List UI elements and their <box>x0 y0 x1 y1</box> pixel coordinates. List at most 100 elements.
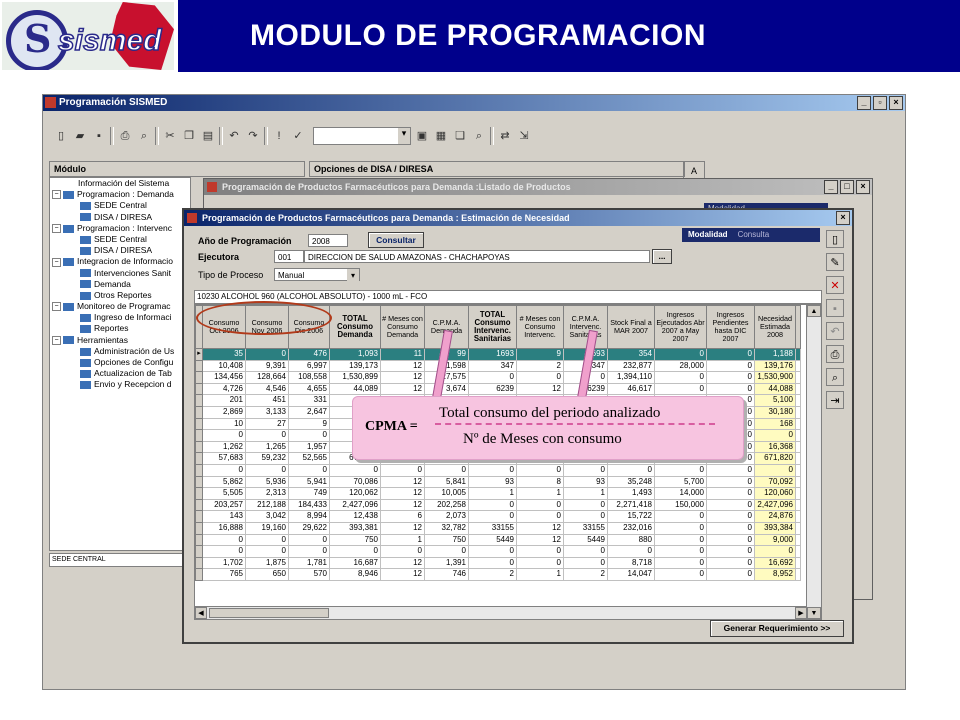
row-indicator[interactable] <box>195 463 203 477</box>
grid-cell[interactable]: 12 <box>380 371 425 384</box>
grid-cell[interactable]: 0 <box>380 545 425 558</box>
row-indicator[interactable] <box>195 568 203 581</box>
grid-cell[interactable]: 1,262 <box>202 441 246 454</box>
grid-cell[interactable]: 0 <box>654 510 707 523</box>
grid-cell[interactable]: 0 <box>607 545 655 558</box>
grid-horizontal-scrollbar[interactable]: ◀ ▶ <box>195 606 807 619</box>
grid-cell[interactable]: 9 <box>288 418 330 431</box>
grid-cell[interactable]: 16,687 <box>329 557 381 570</box>
grid-cell[interactable]: 35 <box>202 348 246 361</box>
grid-cell[interactable]: 0 <box>288 534 330 547</box>
grid-row[interactable]: 5,862 5,936 5,941 70,086 12 5,841 93 8 93 35,248 5… <box>195 475 801 489</box>
grid-cell[interactable]: 120,060 <box>754 487 796 500</box>
print-preview-icon[interactable]: ⌕ <box>136 128 152 144</box>
grid-cell[interactable]: 1,957 <box>288 441 330 454</box>
grid-cell[interactable]: 0 <box>516 464 564 477</box>
grid-icon[interactable]: ▦ <box>433 128 449 144</box>
grid-cell[interactable]: 0 <box>202 429 246 442</box>
grid-cell[interactable]: 0 <box>706 510 755 523</box>
grid-cell[interactable]: 2,073 <box>424 510 469 523</box>
grid-cell[interactable]: 1 <box>516 568 564 581</box>
grid-cell[interactable]: 4,726 <box>202 383 246 396</box>
grid-cell[interactable]: 0 <box>516 371 564 384</box>
estimacion-close-button[interactable]: × <box>836 211 850 225</box>
grid-cell[interactable]: 93 <box>563 476 608 489</box>
grid-cell[interactable]: 0 <box>706 476 755 489</box>
grid-cell[interactable]: 12 <box>516 383 564 396</box>
minimize-button[interactable]: _ <box>857 96 871 110</box>
collapse-icon[interactable]: − <box>52 224 61 233</box>
grid-cell[interactable]: 0 <box>706 545 755 558</box>
grid-cell[interactable]: 15,722 <box>607 510 655 523</box>
row-indicator[interactable] <box>195 371 203 384</box>
print-icon[interactable]: ⎙ <box>117 128 133 144</box>
grid-row[interactable]: 16,888 19,160 29,622 393,381 12 32,782 33155 12… <box>195 521 801 535</box>
grid-cell[interactable]: 6 <box>380 510 425 523</box>
row-indicator[interactable] <box>195 521 203 535</box>
grid-cell[interactable]: 1,702 <box>202 557 246 570</box>
find-icon[interactable]: ⌕ <box>471 128 487 144</box>
grid-cell[interactable]: 0 <box>424 545 469 558</box>
tree-item[interactable]: Reportes <box>50 323 190 334</box>
grid-cell[interactable]: 765 <box>202 568 246 581</box>
grid-cell[interactable]: 8,952 <box>754 568 796 581</box>
grid-cell[interactable]: 3,042 <box>245 510 289 523</box>
grid-cell[interactable]: 1,391 <box>424 557 469 570</box>
listado-restore-button[interactable]: □ <box>840 180 854 194</box>
grid-cell[interactable]: 4,546 <box>245 383 289 396</box>
grid-cell[interactable]: 2 <box>563 568 608 581</box>
tree-item[interactable]: Información del Sistema <box>50 178 190 189</box>
grid-cell[interactable]: 1 <box>468 487 517 500</box>
grid-cell[interactable]: 0 <box>329 545 381 558</box>
grid-cell[interactable]: 5449 <box>468 534 517 547</box>
ejecutora-code[interactable]: 001 <box>274 250 304 263</box>
grid-cell[interactable]: 1,530,900 <box>754 371 796 384</box>
tree-item[interactable]: − Integracion de Informacio <box>50 256 190 267</box>
undo-record-icon[interactable]: ↶ <box>826 322 844 340</box>
grid-cell[interactable]: 202,258 <box>424 499 469 512</box>
grid-cell[interactable]: 0 <box>654 522 707 535</box>
grid-cell[interactable]: 0 <box>706 557 755 570</box>
row-indicator[interactable] <box>195 556 203 570</box>
grid-column-header[interactable]: Ingresos Ejecutados Abr 2007 a May 2007 <box>654 305 707 349</box>
grid-cell[interactable]: 0 <box>468 545 517 558</box>
grid-cell[interactable]: 12 <box>380 383 425 396</box>
grid-cell[interactable]: 2,869 <box>202 406 246 419</box>
grid-cell[interactable]: 1,093 <box>329 348 381 361</box>
grid-cell[interactable]: 12 <box>516 522 564 535</box>
grid-cell[interactable]: 0 <box>563 464 608 477</box>
grid-cell[interactable]: 203,257 <box>202 499 246 512</box>
grid-cell[interactable]: 52,565 <box>288 452 330 465</box>
grid-row[interactable]: 5,505 2,313 749 120,062 12 10,005 1 1 1 1,493 14,0… <box>195 487 801 500</box>
new-record-icon[interactable]: ▯ <box>826 230 844 248</box>
grid-column-header[interactable]: Necesidad Estimada 2008 <box>754 305 796 349</box>
grid-cell[interactable]: 14,000 <box>654 487 707 500</box>
grid-cell[interactable]: 33155 <box>468 522 517 535</box>
new-file-icon[interactable]: ▯ <box>53 128 69 144</box>
tree-item[interactable]: Envio y Recepcion d <box>50 379 190 390</box>
anio-input[interactable]: 2008 <box>308 234 348 247</box>
grid-cell[interactable]: 0 <box>706 487 755 500</box>
row-indicator[interactable] <box>195 510 203 523</box>
grid-cell[interactable]: 476 <box>288 348 330 361</box>
grid-cell[interactable]: 6239 <box>468 383 517 396</box>
grid-cell[interactable]: 10 <box>202 418 246 431</box>
grid-cell[interactable]: 12 <box>380 522 425 535</box>
grid-cell[interactable]: 16,368 <box>754 441 796 454</box>
grid-row[interactable]: 1,702 1,875 1,781 16,687 12 1,391 0 0 0 8,718 0 0 16… <box>195 556 801 570</box>
grid-cell[interactable]: 2,427,096 <box>329 499 381 512</box>
tree-item[interactable]: Ingreso de Informaci <box>50 312 190 323</box>
redo-icon[interactable]: ↷ <box>245 128 261 144</box>
grid-row[interactable]: 4,726 4,546 4,655 44,089 12 3,674 6239 12 6239 46… <box>195 382 801 396</box>
grid-cell[interactable]: 0 <box>468 557 517 570</box>
grid-cell[interactable]: 70,092 <box>754 476 796 489</box>
grid-cell[interactable]: 10,005 <box>424 487 469 500</box>
ejecutora-name[interactable]: DIRECCION DE SALUD AMAZONAS - CHACHAPOYA… <box>304 250 650 263</box>
grid-row[interactable]: 10,408 9,391 6,997 139,173 12 11,598 347 2 347 23… <box>195 359 801 373</box>
grid-cell[interactable]: 0 <box>288 545 330 558</box>
grid-cell[interactable]: 0 <box>563 545 608 558</box>
row-indicator[interactable]: ▸ <box>195 348 203 361</box>
grid-cell[interactable]: 0 <box>245 464 289 477</box>
tree-item[interactable]: − Programacion : Intervenc <box>50 223 190 234</box>
grid-cell[interactable]: 0 <box>245 429 289 442</box>
